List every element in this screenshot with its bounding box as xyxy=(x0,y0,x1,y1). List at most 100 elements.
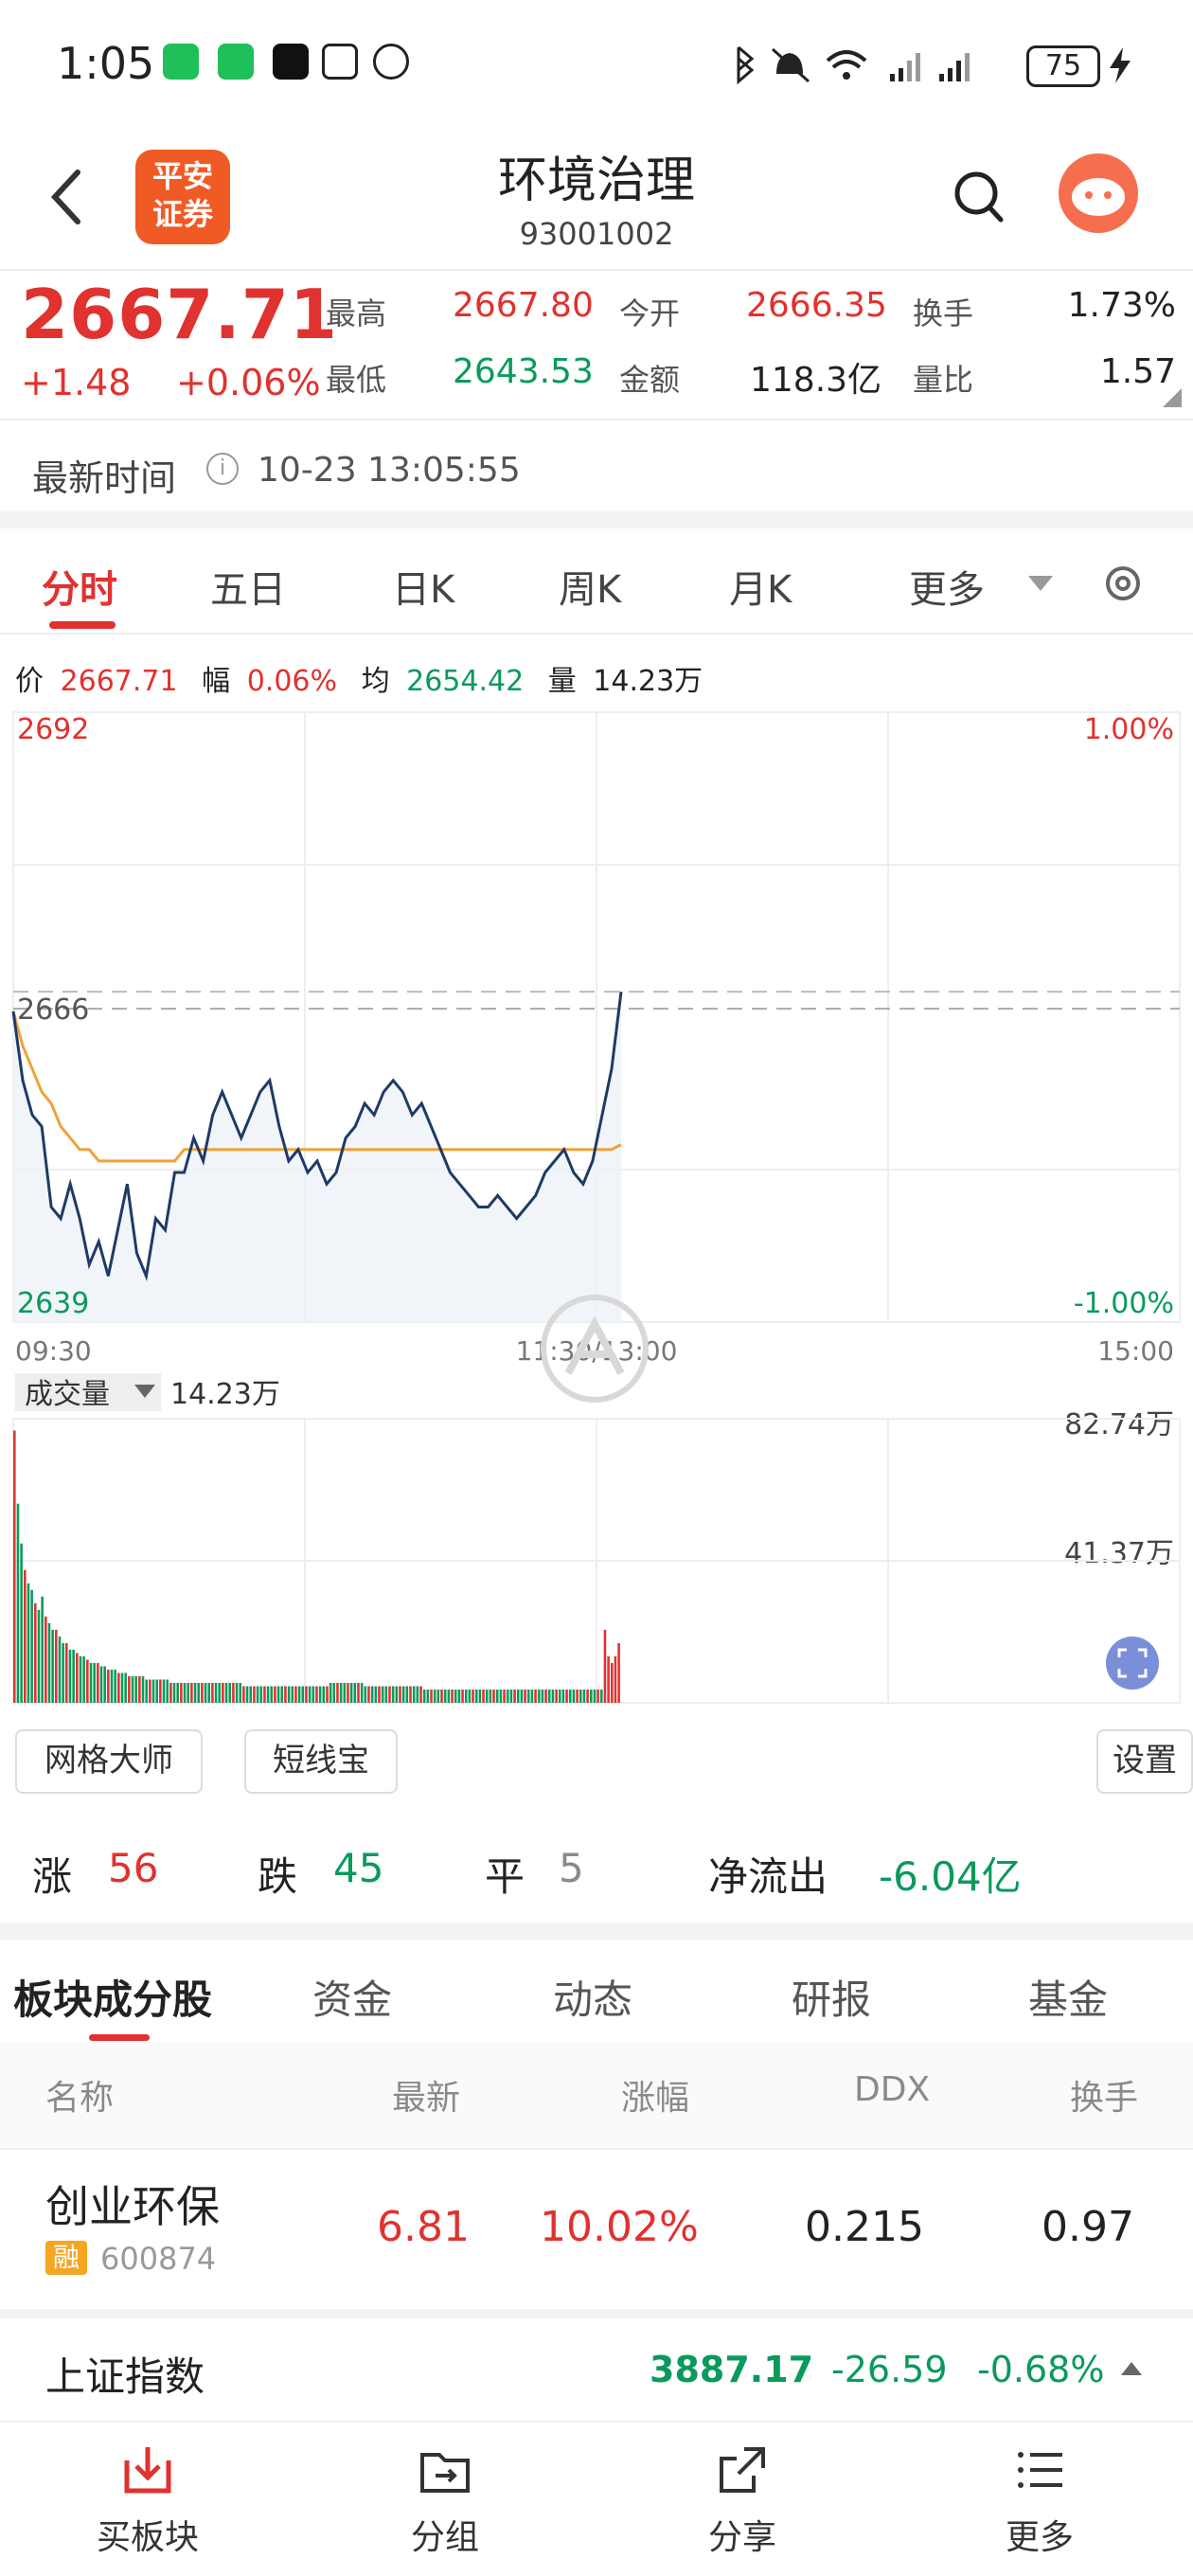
col-change[interactable]: 涨幅 xyxy=(621,2070,689,2120)
avg-value: 2654.42 xyxy=(406,665,525,698)
volume-bar xyxy=(461,1689,464,1703)
col-latest[interactable]: 最新 xyxy=(392,2070,460,2120)
update-time-label: 最新时间 xyxy=(32,457,177,499)
tab-funds[interactable]: 资金 xyxy=(312,1968,392,2026)
tab-month-k[interactable]: 月K xyxy=(729,559,792,614)
volume-bar xyxy=(207,1682,211,1703)
open-label: 今开 xyxy=(619,295,681,331)
volume-max-label: 82.74万 xyxy=(1064,1408,1174,1441)
volume-bar xyxy=(27,1583,30,1703)
volume-bar xyxy=(503,1689,506,1703)
volume-bar xyxy=(259,1686,263,1703)
volume-bar xyxy=(370,1686,374,1703)
table-header xyxy=(0,2042,1193,2150)
volume-bar xyxy=(34,1602,37,1703)
volume-bar xyxy=(224,1682,228,1703)
nav-buy-sector[interactable]: 买板块 xyxy=(53,2443,242,2559)
grid-master-button[interactable]: 网格大师 xyxy=(15,1729,203,1794)
volume-bar xyxy=(485,1689,489,1703)
volume-bar xyxy=(378,1686,381,1703)
volume-bar xyxy=(16,1503,20,1703)
tab-five-day[interactable]: 五日 xyxy=(210,559,286,614)
logo-text-2: 证券 xyxy=(151,196,213,232)
volume-bar xyxy=(187,1682,189,1703)
nav-more-label: 更多 xyxy=(1005,2518,1074,2557)
gear-icon[interactable] xyxy=(1100,561,1146,606)
volume-bar xyxy=(440,1689,443,1703)
col-turnover[interactable]: 换手 xyxy=(1070,2070,1138,2120)
net-flow-label: 净流出 xyxy=(708,1853,828,1900)
volume-bar xyxy=(151,1679,155,1703)
search-icon[interactable] xyxy=(952,169,1005,225)
volume-bar xyxy=(555,1689,558,1703)
volume-bar xyxy=(82,1655,85,1703)
volume-bar xyxy=(614,1655,617,1703)
tab-week-k[interactable]: 周K xyxy=(559,559,621,614)
volume-bar xyxy=(124,1673,127,1703)
tab-intraday[interactable]: 分时 xyxy=(42,559,117,614)
tab-more[interactable]: 更多 xyxy=(909,559,985,614)
fullscreen-icon[interactable] xyxy=(1106,1637,1159,1690)
nav-buy-sector-label: 买板块 xyxy=(96,2518,199,2557)
volume-bar xyxy=(211,1682,214,1703)
index-code: 93001002 xyxy=(519,216,674,252)
nav-share[interactable]: 分享 xyxy=(648,2443,837,2559)
info-icon[interactable]: i xyxy=(206,453,239,485)
download-box-icon xyxy=(124,2447,171,2494)
volume-bar xyxy=(468,1689,472,1703)
volume-bar xyxy=(537,1689,541,1703)
tab-news[interactable]: 动态 xyxy=(553,1968,632,2026)
stock-code: 600874 xyxy=(100,2241,217,2277)
nav-more[interactable]: 更多 xyxy=(945,2443,1134,2559)
volume-bar xyxy=(322,1686,326,1703)
index-name: 上证指数 xyxy=(45,2353,205,2400)
col-name[interactable]: 名称 xyxy=(45,2070,114,2120)
pct-max-label: 1.00% xyxy=(1084,713,1174,746)
y-max-label: 2692 xyxy=(17,713,89,746)
volume-bar xyxy=(391,1686,395,1703)
down-label: 跌 xyxy=(258,1853,298,1900)
volume-bar xyxy=(41,1596,44,1703)
chevron-up-icon[interactable] xyxy=(1121,2360,1142,2375)
volume-bar xyxy=(201,1682,204,1703)
short-line-button[interactable]: 短线宝 xyxy=(244,1729,398,1794)
chevron-left-icon[interactable] xyxy=(47,169,85,225)
table-row[interactable]: 创业环保 融 600874 6.81 10.02% 0.215 0.97 xyxy=(0,2152,1193,2303)
tab-day-k[interactable]: 日K xyxy=(392,559,454,614)
volume-bar xyxy=(384,1686,388,1703)
wifi-icon xyxy=(826,50,867,80)
volume-bar xyxy=(308,1686,312,1703)
expand-corner-icon[interactable] xyxy=(1163,388,1182,407)
volume-bar xyxy=(478,1689,482,1703)
tab-fund[interactable]: 基金 xyxy=(1028,1968,1108,2026)
col-ddx[interactable]: DDX xyxy=(854,2070,930,2109)
avg-label: 均 xyxy=(361,665,390,698)
volume-bar xyxy=(76,1653,79,1703)
settings-button[interactable]: 设置 xyxy=(1096,1729,1193,1794)
volume-bar xyxy=(457,1689,461,1703)
volume-bar xyxy=(253,1686,256,1703)
dropdown-triangle-icon[interactable] xyxy=(1028,576,1053,593)
assistant-avatar-icon[interactable] xyxy=(1059,153,1138,233)
volume-bar xyxy=(516,1689,520,1703)
section-gap xyxy=(0,511,1193,528)
active-tab-indicator xyxy=(89,2034,150,2041)
volume-bar xyxy=(499,1689,503,1703)
volume-bar xyxy=(412,1686,416,1703)
nav-group[interactable]: 分组 xyxy=(350,2443,540,2559)
volume-bar xyxy=(534,1689,537,1703)
volume-bar xyxy=(381,1686,384,1703)
update-time-value: 10-23 13:05:55 xyxy=(258,451,521,490)
amount-value: 118.3亿 xyxy=(750,361,882,400)
volume-bar xyxy=(520,1689,524,1703)
tab-constituents[interactable]: 板块成分股 xyxy=(13,1968,212,2026)
volume-bar xyxy=(332,1682,336,1703)
x-label-open: 09:30 xyxy=(15,1335,92,1367)
index-ticker-bar[interactable]: 上证指数 3887.17 -26.59 -0.68% xyxy=(0,2318,1193,2419)
volume-bar xyxy=(117,1673,120,1703)
intraday-chart[interactable]: 2692 1.00% 2666 2639 -1.00% 09:30 11:30/… xyxy=(0,701,1193,1714)
tab-research[interactable]: 研报 xyxy=(792,1968,871,2026)
section-gap xyxy=(0,1923,1193,1940)
volume-bar xyxy=(291,1686,294,1703)
volume-bar xyxy=(128,1675,131,1703)
